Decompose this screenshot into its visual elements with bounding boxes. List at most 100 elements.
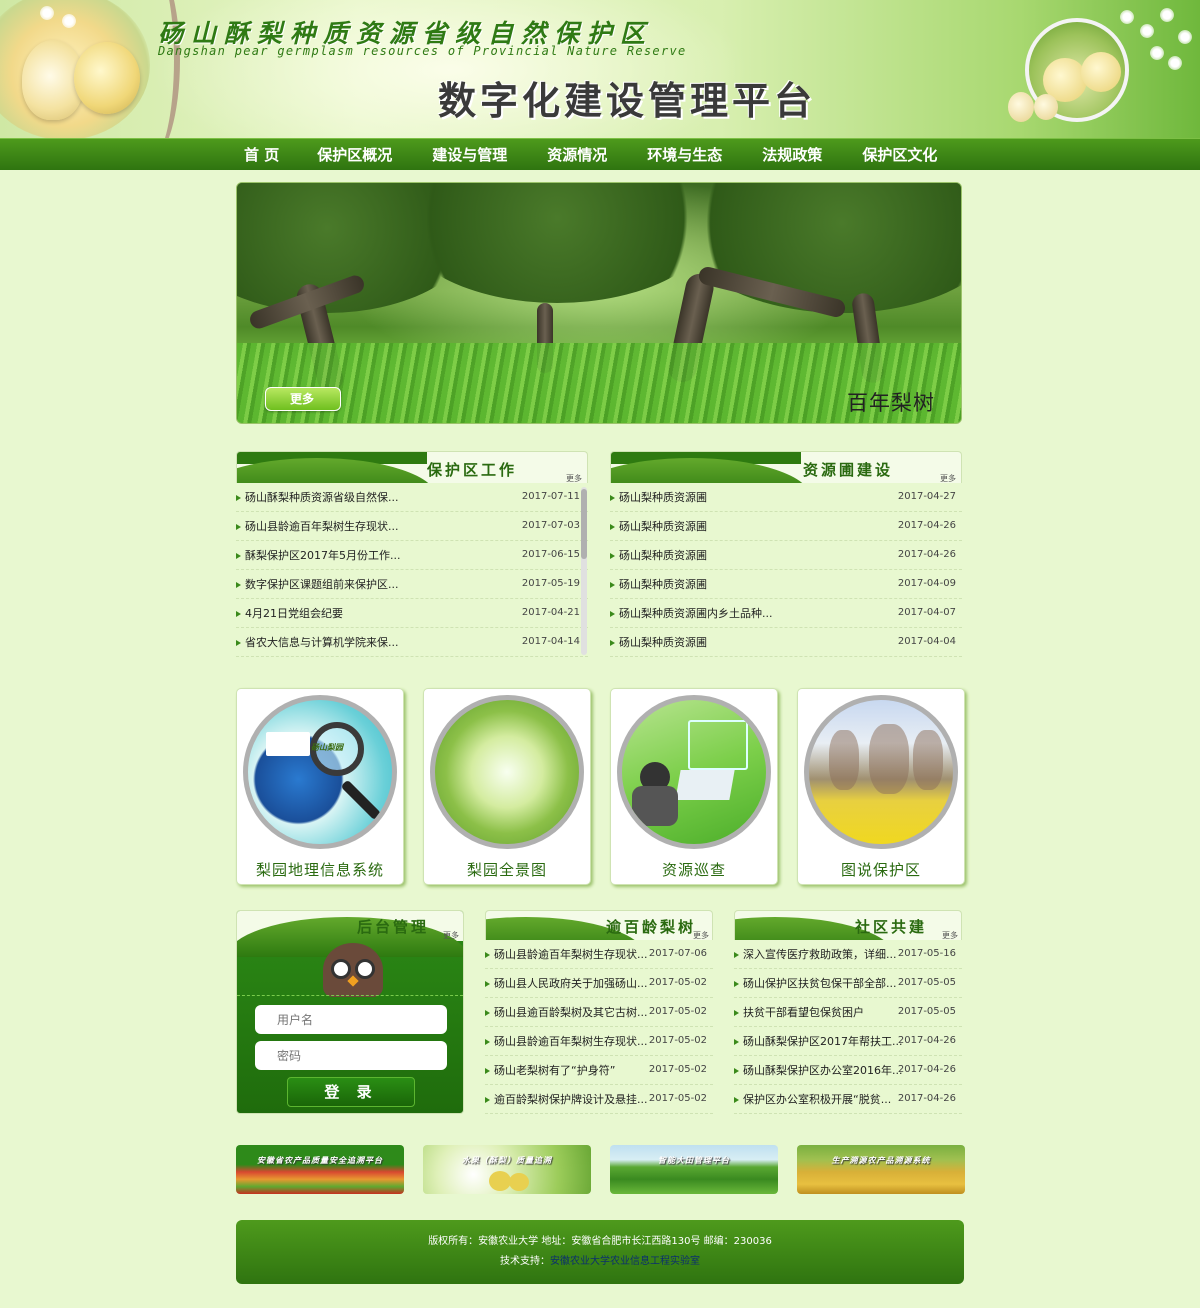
bullet-icon xyxy=(734,952,739,958)
news-date: 2017-04-07 xyxy=(897,607,956,618)
globe-icon: 砀山梨园 xyxy=(243,695,397,849)
bullet-icon xyxy=(236,524,241,530)
main-nav: 首 页 保护区概况 建设与管理 资源情况 环境与生态 法规政策 保护区文化 xyxy=(0,138,1200,170)
news-item[interactable]: 砀山梨种质资源圃 2017-04-09 xyxy=(610,570,962,599)
footer-support-label: 技术支持： xyxy=(500,1256,550,1267)
news-title: 砀山梨种质资源圃内乡土品种... xyxy=(619,607,773,620)
nav-construction[interactable]: 建设与管理 xyxy=(432,139,507,171)
news-title: 深入宣传医疗救助政策，详细... xyxy=(743,948,897,961)
news-title: 砀山县人民政府关于加强砀山... xyxy=(494,977,648,990)
bullet-icon xyxy=(610,640,615,646)
news-date: 2017-04-26 xyxy=(897,520,956,531)
pear-blossom-icon xyxy=(430,695,584,849)
news-title: 砀山酥梨保护区办公室2016年... xyxy=(743,1064,903,1077)
news-item[interactable]: 砀山县龄逾百年梨树生存现状... 2017-05-02 xyxy=(485,1027,713,1056)
news-item[interactable]: 数字保护区课题组前来保护区... 2017-05-19 xyxy=(236,570,588,599)
news-item[interactable]: 砀山梨种质资源圃 2017-04-04 xyxy=(610,628,962,657)
nav-culture[interactable]: 保护区文化 xyxy=(862,139,937,171)
news-item[interactable]: 砀山县龄逾百年梨树生存现状... 2017-07-06 xyxy=(485,940,713,969)
bullet-icon xyxy=(610,495,615,501)
nav-home[interactable]: 首 页 xyxy=(244,139,279,171)
card-label: 梨园全景图 xyxy=(466,861,547,879)
news-item[interactable]: 酥梨保护区2017年5月份工作... 2017-06-15 xyxy=(236,541,588,570)
banner-more-button[interactable]: 更多 xyxy=(265,387,341,411)
news-title: 砀山保护区扶贫包保干部全部... xyxy=(743,977,897,990)
news-item[interactable]: 深入宣传医疗救助政策，详细... 2017-05-16 xyxy=(734,940,962,969)
news-date: 2017-04-14 xyxy=(521,636,580,647)
nav-resources[interactable]: 资源情况 xyxy=(547,139,607,171)
news-item[interactable]: 砀山梨种质资源圃内乡土品种... 2017-04-07 xyxy=(610,599,962,628)
news-title: 砀山酥梨种质资源省级自然保... xyxy=(245,491,399,504)
footer-support-link[interactable]: 安徽农业大学农业信息工程实验室 xyxy=(550,1256,700,1267)
news-item[interactable]: 保护区办公室积极开展“脱贫... 2017-04-26 xyxy=(734,1085,962,1114)
card-patrol[interactable]: 资源巡查 xyxy=(610,688,778,885)
nav-overview[interactable]: 保护区概况 xyxy=(317,139,392,171)
bullet-icon xyxy=(610,553,615,559)
news-date: 2017-04-26 xyxy=(897,1093,956,1104)
bullet-icon xyxy=(485,1068,490,1074)
news-title: 砀山梨种质资源圃 xyxy=(619,636,707,649)
link-traceability[interactable]: 生产溯源农产品溯源系统 xyxy=(797,1145,965,1194)
news-item[interactable]: 砀山酥梨保护区办公室2016年... 2017-04-26 xyxy=(734,1056,962,1085)
news-item[interactable]: 砀山梨种质资源圃 2017-04-27 xyxy=(610,483,962,512)
news-item[interactable]: 砀山酥梨保护区2017年帮扶工... 2017-04-26 xyxy=(734,1027,962,1056)
footer-copyright: 版权所有：安徽农业大学 地址：安徽省合肥市长江西路130号 邮编：230036 xyxy=(428,1236,772,1247)
bullet-icon xyxy=(734,1097,739,1103)
card-gis[interactable]: 砀山梨园 梨园地理信息系统 xyxy=(236,688,404,885)
login-button[interactable]: 登 录 xyxy=(287,1077,415,1107)
panel-title: 后台管理 xyxy=(357,918,430,936)
news-date: 2017-04-04 xyxy=(897,636,956,647)
bullet-icon xyxy=(236,495,241,501)
news-item[interactable]: 逾百龄梨树保护牌设计及悬挂... 2017-05-02 xyxy=(485,1085,713,1114)
news-item[interactable]: 扶贫干部看望包保贫困户 2017-05-05 xyxy=(734,998,962,1027)
news-item[interactable]: 砀山县人民政府关于加强砀山... 2017-05-02 xyxy=(485,969,713,998)
news-item[interactable]: 砀山酥梨种质资源省级自然保... 2017-07-11 xyxy=(236,483,588,512)
nav-environment[interactable]: 环境与生态 xyxy=(647,139,722,171)
news-date: 2017-04-26 xyxy=(897,1064,956,1075)
panel-more-link[interactable]: 更多 xyxy=(443,930,459,941)
news-item[interactable]: 砀山梨种质资源圃 2017-04-26 xyxy=(610,541,962,570)
news-title: 砀山梨种质资源圃 xyxy=(619,520,707,533)
news-item[interactable]: 砀山保护区扶贫包保干部全部... 2017-05-05 xyxy=(734,969,962,998)
platform-title: 数字化建设管理平台 xyxy=(438,79,817,123)
news-item[interactable]: 砀山县逾百龄梨树及其它古树... 2017-05-02 xyxy=(485,998,713,1027)
site-header: 砀山酥梨种质资源省级自然保护区 Dangshan pear germplasm … xyxy=(0,0,1200,138)
orchard-icon xyxy=(804,695,958,849)
news-item[interactable]: 砀山县龄逾百年梨树生存现状... 2017-07-03 xyxy=(236,512,588,541)
bullet-icon xyxy=(610,582,615,588)
banner-slideshow[interactable]: 更多 百年梨树 xyxy=(236,182,962,424)
bullet-icon xyxy=(610,524,615,530)
news-title: 砀山县龄逾百年梨树生存现状... xyxy=(494,1035,648,1048)
news-item[interactable]: 省农大信息与计算机学院来保... 2017-04-14 xyxy=(236,628,588,657)
bullet-icon xyxy=(485,981,490,987)
news-date: 2017-05-05 xyxy=(897,977,956,988)
owl-mascot xyxy=(323,943,383,997)
scrollbar[interactable] xyxy=(581,487,587,655)
card-illustrated[interactable]: 图说保护区 xyxy=(797,688,965,885)
news-title: 酥梨保护区2017年5月份工作... xyxy=(245,549,401,562)
news-item[interactable]: 砀山老梨树有了“护身符” 2017-05-02 xyxy=(485,1056,713,1085)
username-input[interactable] xyxy=(255,1005,447,1034)
news-item[interactable]: 4月21日党组会纪要 2017-04-21 xyxy=(236,599,588,628)
news-date: 2017-05-02 xyxy=(648,977,707,988)
news-date: 2017-05-16 xyxy=(897,948,956,959)
news-title: 砀山梨种质资源圃 xyxy=(619,578,707,591)
news-title: 砀山老梨树有了“护身符” xyxy=(494,1064,616,1077)
news-date: 2017-04-27 xyxy=(897,491,956,502)
password-input[interactable] xyxy=(255,1041,447,1070)
link-quality-trace[interactable]: 安徽省农产品质量安全追溯平台 xyxy=(236,1145,404,1194)
card-panorama[interactable]: 梨园全景图 xyxy=(423,688,591,885)
news-date: 2017-04-26 xyxy=(897,1035,956,1046)
banner-caption: 百年梨树 xyxy=(847,391,935,415)
news-title: 砀山梨种质资源圃 xyxy=(619,549,707,562)
link-fruit-trace[interactable]: 水果（酥梨）质量追溯 xyxy=(423,1145,591,1194)
news-title: 保护区办公室积极开展“脱贫... xyxy=(743,1093,892,1106)
news-date: 2017-04-26 xyxy=(897,549,956,560)
news-title: 砀山县逾百龄梨树及其它古树... xyxy=(494,1006,648,1019)
nav-regulations[interactable]: 法规政策 xyxy=(762,139,822,171)
link-field-management[interactable]: 智能大田管理平台 xyxy=(610,1145,778,1194)
news-title: 砀山梨种质资源圃 xyxy=(619,491,707,504)
news-date: 2017-07-11 xyxy=(521,491,580,502)
news-item[interactable]: 砀山梨种质资源圃 2017-04-26 xyxy=(610,512,962,541)
news-date: 2017-04-21 xyxy=(521,607,580,618)
